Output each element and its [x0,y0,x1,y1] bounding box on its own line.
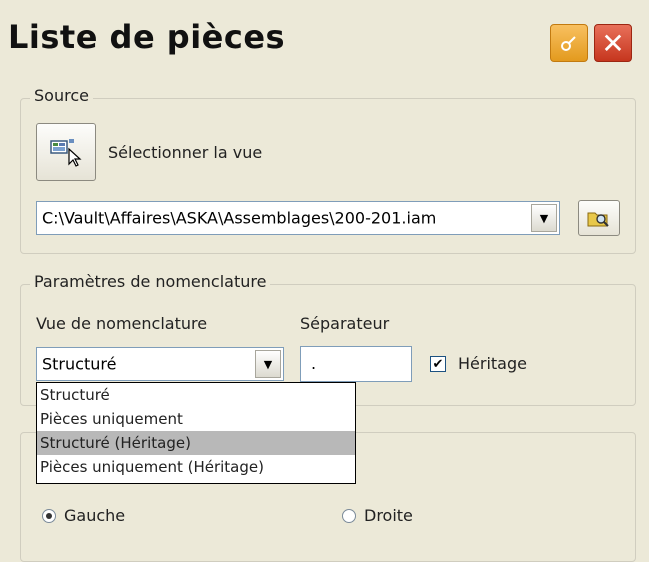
dropdown-option-structure[interactable]: Structuré [37,383,355,407]
select-view-icon [50,139,82,167]
separator-input[interactable]: . [300,346,412,382]
title-bar: Liste de pièces ✕ [0,0,649,80]
left-radio-label: Gauche [64,506,126,525]
dropdown-option-parts-only[interactable]: Pièces uniquement [37,407,355,431]
close-button[interactable]: ✕ [594,24,632,62]
browse-button[interactable] [578,200,620,236]
right-radio[interactable] [342,509,356,523]
close-icon: ✕ [601,26,625,60]
bom-view-label: Vue de nomenclature [36,314,208,333]
window-title: Liste de pièces [8,18,286,56]
file-path-combo[interactable]: C:\Vault\Affaires\ASKA\Assemblages\200-2… [36,201,560,235]
file-path-value: C:\Vault\Affaires\ASKA\Assemblages\200-2… [42,208,437,228]
inheritance-checkbox[interactable]: ✔ [430,356,446,372]
checkmark-icon: ✔ [432,356,444,372]
pin-icon [561,36,576,51]
dropdown-option-parts-only-inheritance[interactable]: Pièces uniquement (Héritage) [37,455,355,479]
right-radio-label: Droite [364,506,413,525]
bom-view-value: Structuré [42,354,117,374]
source-legend: Source [30,86,93,105]
separator-value: . [311,354,317,373]
chevron-down-icon: ▼ [263,357,273,371]
bom-view-combo[interactable]: Structuré ▼ [36,347,284,381]
folder-search-icon [587,212,609,227]
bom-view-dropdown-list: Structuré Pièces uniquement Structuré (H… [36,382,356,484]
file-path-dropdown-arrow[interactable]: ▼ [531,204,557,232]
chevron-down-icon: ▼ [539,211,549,225]
left-radio[interactable] [42,509,56,523]
select-view-button[interactable] [36,123,96,181]
dropdown-option-structure-inheritance[interactable]: Structuré (Héritage) [37,431,355,455]
bom-view-dropdown-arrow[interactable]: ▼ [255,350,281,378]
pin-button[interactable] [550,24,588,62]
separator-label: Séparateur [300,314,390,333]
bom-params-legend: Paramètres de nomenclature [30,272,271,291]
select-view-label: Sélectionner la vue [108,143,263,162]
inheritance-label: Héritage [458,354,527,373]
